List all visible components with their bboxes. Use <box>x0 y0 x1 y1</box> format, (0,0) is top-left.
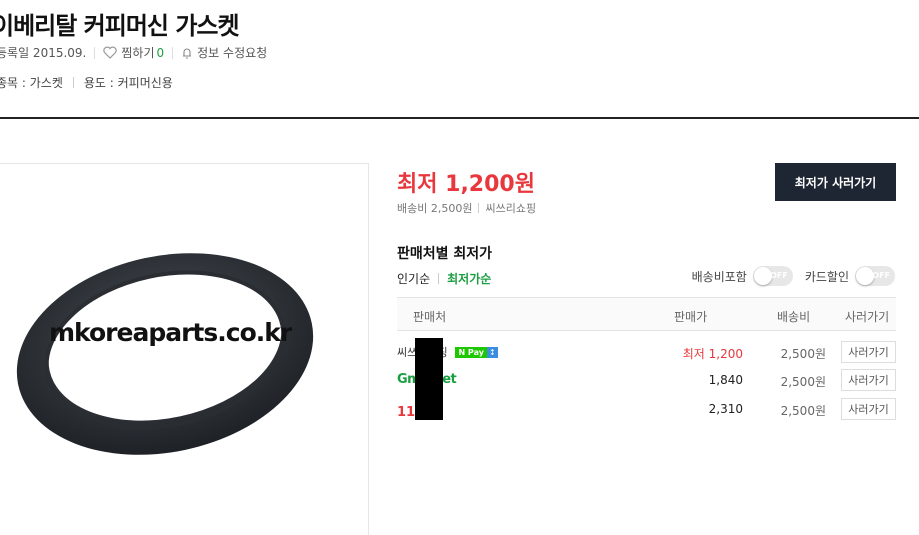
toggle-card-label: 카드할인 <box>804 269 849 284</box>
page-title: 이베리탈 커피머신 가스켓 <box>0 12 240 40</box>
wishlist-label: 찜하기 <box>121 46 155 60</box>
go-button[interactable]: 사러가기 <box>841 369 896 391</box>
gasket-image <box>16 253 314 455</box>
sort-popular-tab[interactable]: 인기순 <box>397 270 430 287</box>
divider <box>94 46 96 59</box>
registered-date: 등록일 2015.09. <box>0 46 87 60</box>
divider <box>438 273 440 284</box>
header-seller: 판매처 <box>413 310 447 324</box>
go-button[interactable]: 사러가기 <box>841 341 896 363</box>
report-label: 정보 수정요청 <box>197 46 268 60</box>
shop-name: 씨쓰리쇼핑 <box>485 202 537 215</box>
toggle-off-label: OFF <box>770 271 788 280</box>
bell-icon <box>181 47 193 59</box>
seller-price: 2,310 <box>708 402 743 416</box>
sellers-section-title: 판매처별 최저가 <box>397 246 493 262</box>
seller-shipping: 2,500원 <box>780 347 826 361</box>
header-divider <box>0 117 919 119</box>
lowest-price: 최저 1,200원 <box>397 172 535 197</box>
toggle-shipping-label: 배송비포함 <box>691 269 747 284</box>
divider <box>478 203 480 213</box>
toggle-off-label: OFF <box>872 271 890 280</box>
table-row[interactable]: 씨쓰리쇼핑 N Pay↕ 최저 1,200 2,500원 사러가기 <box>397 339 896 365</box>
shipping-info: 배송비 2,500원 씨쓰리쇼핑 <box>397 200 536 216</box>
product-specs: 종목 : 가스켓 용도 : 커피머신용 <box>0 74 173 91</box>
go-button[interactable]: 사러가기 <box>841 398 896 420</box>
wishlist-button[interactable]: 찜하기 0 <box>103 44 164 61</box>
report-button[interactable]: 정보 수정요청 <box>181 44 267 61</box>
shipping-fee: 배송비 2,500원 <box>397 202 473 215</box>
seller-price: 최저 1,200 <box>682 347 743 361</box>
redaction-box <box>415 338 443 420</box>
divider <box>172 46 174 59</box>
watermark-text: mkoreaparts.co.kr <box>49 318 292 347</box>
sellers-table-header: 판매처 판매가 배송비 사러가기 <box>397 297 896 331</box>
seller-price: 1,840 <box>708 373 743 387</box>
header-shipping: 배송비 <box>777 310 811 324</box>
sort-options: 인기순 최저가순 <box>397 270 491 287</box>
table-row[interactable]: 11번가 2,310 2,500원 사러가기 <box>397 396 896 422</box>
npay-badge: N Pay <box>455 347 487 358</box>
product-meta: 등록일 2015.09. 찜하기 0 정보 수정요청 <box>0 44 267 61</box>
shipping-toggle[interactable]: OFF <box>752 266 793 286</box>
seller-shipping: 2,500원 <box>780 375 826 389</box>
seller-name: 씨쓰리쇼핑 N Pay↕ <box>397 344 498 360</box>
product-image[interactable]: mkoreaparts.co.kr <box>0 163 369 535</box>
filter-toggles: 배송비포함 OFF 카드할인 OFF <box>692 266 895 286</box>
table-row[interactable]: Gmarket 1,840 2,500원 사러가기 <box>397 367 896 393</box>
buy-lowest-button[interactable]: 최저가 사러가기 <box>775 163 896 201</box>
card-toggle[interactable]: OFF <box>855 266 895 286</box>
header-price: 판매가 <box>674 310 708 324</box>
spec-usage: 용도 : 커피머신용 <box>83 76 173 90</box>
sort-lowest-tab[interactable]: 최저가순 <box>447 270 491 287</box>
header-go: 사러가기 <box>845 310 890 324</box>
wishlist-count: 0 <box>156 45 165 60</box>
arrow-icon: ↕ <box>486 347 498 358</box>
heart-icon <box>103 46 118 59</box>
divider <box>72 77 74 88</box>
seller-shipping: 2,500원 <box>780 404 826 418</box>
spec-category: 종목 : 가스켓 <box>0 76 63 90</box>
